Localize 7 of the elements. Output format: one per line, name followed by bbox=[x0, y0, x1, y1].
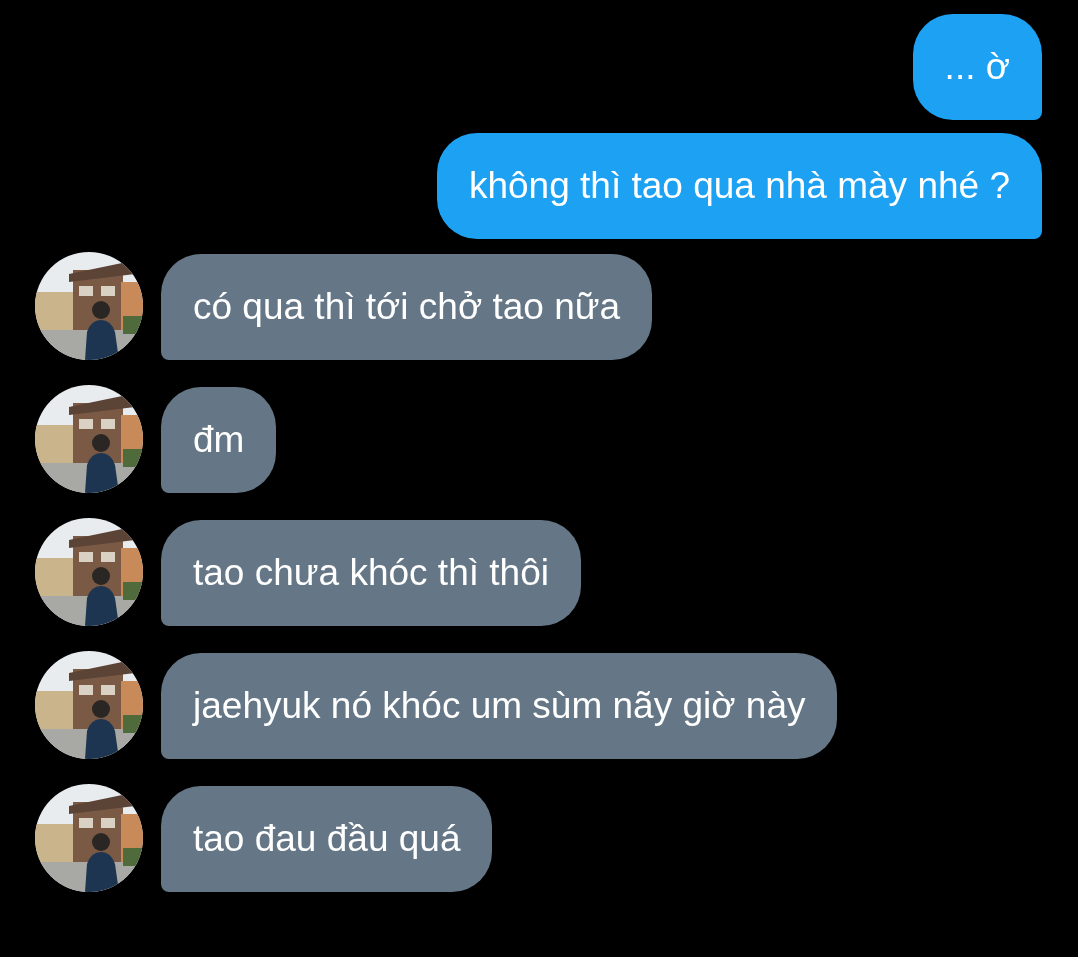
received-message: đm bbox=[161, 387, 277, 493]
received-message: tao đau đầu quá bbox=[161, 786, 493, 892]
received-message: có qua thì tới chở tao nữa bbox=[161, 254, 653, 360]
received-message: jaehyuk nó khóc um sùm nãy giờ này bbox=[161, 653, 838, 759]
sent-message: không thì tao qua nhà mày nhé ? bbox=[436, 133, 1042, 239]
sent-message: ... ờ bbox=[912, 14, 1042, 120]
received-message: tao chưa khóc thì thôi bbox=[161, 520, 581, 626]
